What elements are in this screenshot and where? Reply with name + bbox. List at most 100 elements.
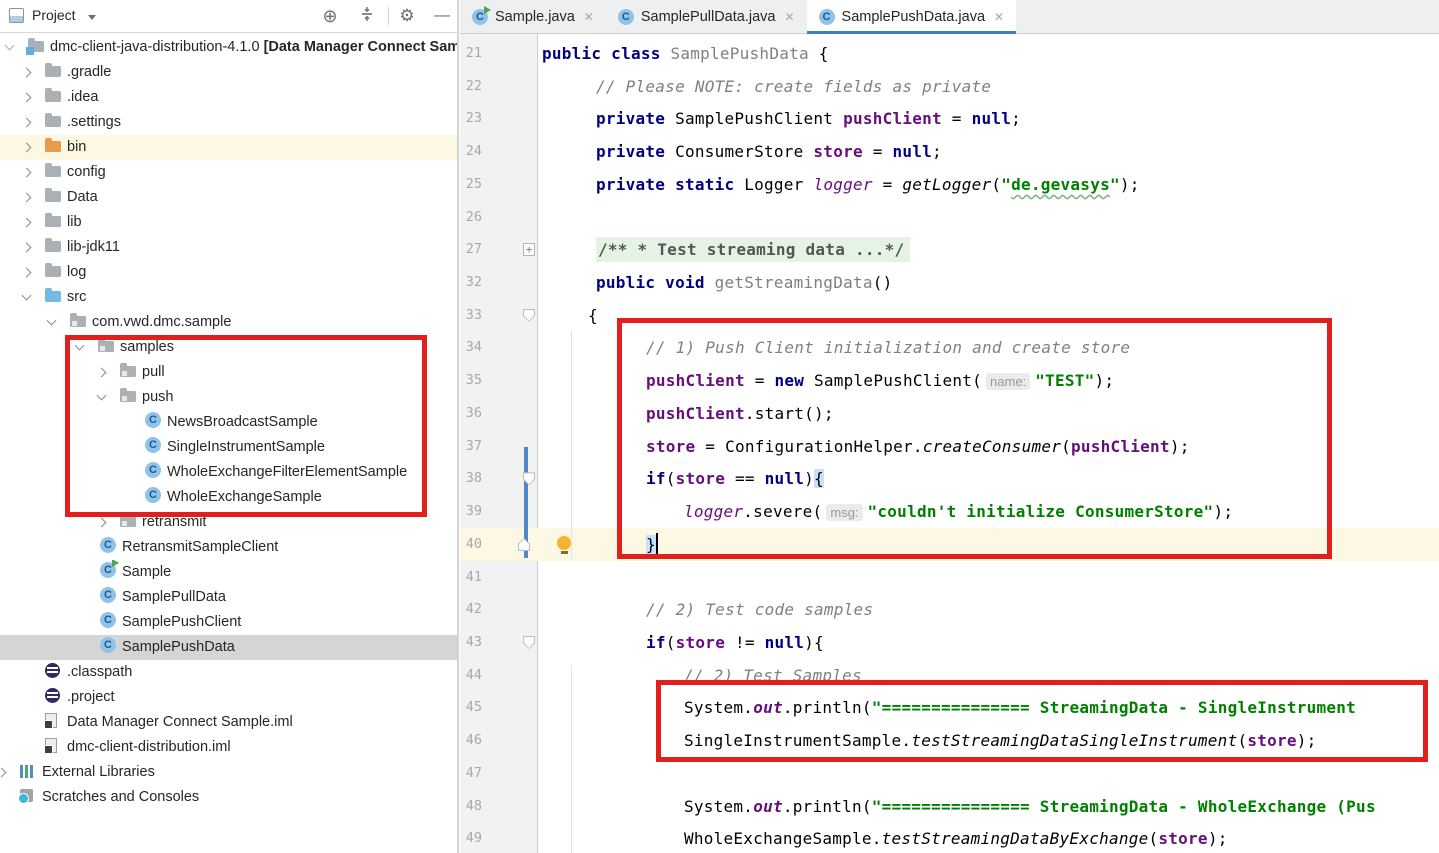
eclipse-file-icon	[45, 663, 60, 678]
folder-root-icon	[28, 41, 44, 52]
chevron-right-icon[interactable]	[22, 218, 32, 228]
tree-item-lib-jdk11[interactable]: lib-jdk11	[0, 235, 457, 260]
chevron-right-icon[interactable]	[22, 93, 32, 103]
tree-item-samplepulldata[interactable]: CSamplePullData	[0, 585, 457, 610]
tree-item-dmc-client-distribution-iml[interactable]: dmc-client-distribution.iml	[0, 735, 457, 760]
scratches-icon	[20, 789, 33, 802]
chevron-right-icon[interactable]	[22, 243, 32, 253]
tree-item-lib[interactable]: lib	[0, 210, 457, 235]
tab-sample-java[interactable]: CSample.java✕	[460, 0, 606, 34]
tree-item-classpath[interactable]: .classpath	[0, 660, 457, 685]
tree-item-dmc-client-java-distribution-4-1-0[interactable]: dmc-client-java-distribution-4.1.0 [Data…	[0, 35, 457, 60]
tree-item-scratches-and-consoles[interactable]: Scratches and Consoles	[0, 785, 457, 810]
chevron-right-icon[interactable]	[22, 143, 32, 153]
tab-samplepushdata-java[interactable]: CSamplePushData.java✕	[807, 0, 1017, 34]
external-libraries-icon	[20, 765, 36, 778]
tree-item-label: src	[67, 289, 86, 305]
code-line-41[interactable]	[538, 561, 1439, 594]
code-token: store	[676, 633, 725, 652]
tree-item-label: RetransmitSampleClient	[122, 539, 278, 555]
code-token: );	[1120, 175, 1140, 194]
fold-marker-open[interactable]	[523, 636, 535, 649]
tree-item-log[interactable]: log	[0, 260, 457, 285]
code-line-22[interactable]: // Please NOTE: create fields as private	[538, 70, 1439, 103]
code-token: getLogger	[902, 175, 991, 194]
tree-item-settings[interactable]: .settings	[0, 110, 457, 135]
line-number: 35	[462, 364, 482, 397]
folder-icon	[45, 266, 61, 277]
pane-splitter[interactable]	[457, 0, 459, 853]
tree-item-sample[interactable]: CSample	[0, 560, 457, 585]
code-line-43[interactable]: if(store != null){	[538, 626, 1439, 659]
fold-marker-end[interactable]	[518, 538, 530, 551]
tree-item-data-manager-connect-sample-iml[interactable]: Data Manager Connect Sample.iml	[0, 710, 457, 735]
line-number: 33	[462, 299, 482, 332]
project-pane-title[interactable]: Project	[32, 7, 76, 23]
code-token: =	[942, 109, 972, 128]
code-line-21[interactable]: public class SamplePushData {	[538, 37, 1439, 70]
tree-item-label: dmc-client-distribution.iml	[67, 739, 231, 755]
tree-item-bin[interactable]: bin	[0, 135, 457, 160]
tree-item-com-vwd-dmc-sample[interactable]: com.vwd.dmc.sample	[0, 310, 457, 335]
locate-icon[interactable]: ⊕	[320, 6, 340, 26]
chevron-down-icon[interactable]	[88, 15, 96, 20]
code-line-42[interactable]: // 2) Test code samples	[538, 593, 1439, 626]
code-line-24[interactable]: private ConsumerStore store = null;	[538, 135, 1439, 168]
chevron-right-icon[interactable]	[97, 518, 107, 528]
code-token: System.	[684, 797, 753, 816]
chevron-right-icon[interactable]	[22, 268, 32, 278]
folder-icon	[45, 66, 61, 77]
code-token: null	[893, 142, 933, 161]
chevron-right-icon[interactable]	[22, 193, 32, 203]
code-token: SamplePushClient	[675, 109, 843, 128]
chevron-down-icon[interactable]	[47, 316, 57, 326]
close-icon[interactable]: ✕	[584, 10, 594, 24]
code-line-27[interactable]: /** * Test streaming data ...*/	[538, 233, 1439, 266]
chevron-right-icon[interactable]	[22, 118, 32, 128]
tree-item-retransmitsampleclient[interactable]: CRetransmitSampleClient	[0, 535, 457, 560]
settings-gear-icon[interactable]: ⚙	[397, 6, 417, 26]
folder-blue-icon	[45, 291, 61, 302]
code-line-32[interactable]: public void getStreamingData()	[538, 266, 1439, 299]
code-token: WholeExchangeSample.	[684, 829, 882, 848]
line-number: 49	[462, 822, 482, 853]
fold-marker-plus[interactable]: +	[523, 243, 535, 256]
collapse-all-icon[interactable]	[357, 6, 377, 26]
line-number: 23	[462, 102, 482, 135]
code-line-26[interactable]	[538, 201, 1439, 234]
chevron-right-icon[interactable]	[22, 68, 32, 78]
tree-item-external-libraries[interactable]: External Libraries	[0, 760, 457, 785]
chevron-right-icon[interactable]	[0, 768, 6, 778]
tree-item-samplepushdata[interactable]: CSamplePushData	[0, 635, 457, 660]
tree-item-src[interactable]: src	[0, 285, 457, 310]
hide-icon[interactable]: —	[432, 6, 452, 26]
chevron-right-icon[interactable]	[22, 168, 32, 178]
tree-item-gradle[interactable]: .gradle	[0, 60, 457, 85]
tree-item-project[interactable]: .project	[0, 685, 457, 710]
code-token: // 2) Test code samples	[646, 600, 873, 619]
code-line-25[interactable]: private static Logger logger = getLogger…	[538, 168, 1439, 201]
line-number: 37	[462, 430, 482, 463]
code-token: SamplePushData	[670, 44, 818, 63]
tree-item-samplepushclient[interactable]: CSamplePushClient	[0, 610, 457, 635]
annotation-rect-init-block	[617, 318, 1332, 559]
code-token: store	[1158, 829, 1207, 848]
line-number: 42	[462, 593, 482, 626]
annotation-rect-single-instrument	[656, 680, 1428, 762]
chevron-down-icon[interactable]	[5, 41, 15, 51]
chevron-down-icon[interactable]	[22, 291, 32, 301]
code-line-23[interactable]: private SamplePushClient pushClient = nu…	[538, 102, 1439, 135]
tree-item-data[interactable]: Data	[0, 185, 457, 210]
code-token: de.gevasys	[1011, 175, 1110, 194]
fold-marker-open[interactable]	[523, 309, 535, 322]
tab-samplepulldata-java[interactable]: CSamplePullData.java✕	[606, 0, 807, 34]
code-token: store	[813, 142, 862, 161]
close-icon[interactable]: ✕	[994, 10, 1004, 24]
tree-item-config[interactable]: config	[0, 160, 457, 185]
code-token: {	[819, 44, 829, 63]
tree-item-idea[interactable]: .idea	[0, 85, 457, 110]
fold-marker-open[interactable]	[523, 472, 535, 485]
code-line-49[interactable]: WholeExchangeSample.testStreamingDataByE…	[538, 822, 1439, 853]
close-icon[interactable]: ✕	[784, 10, 794, 24]
code-line-48[interactable]: System.out.println("=============== Stre…	[538, 790, 1439, 823]
